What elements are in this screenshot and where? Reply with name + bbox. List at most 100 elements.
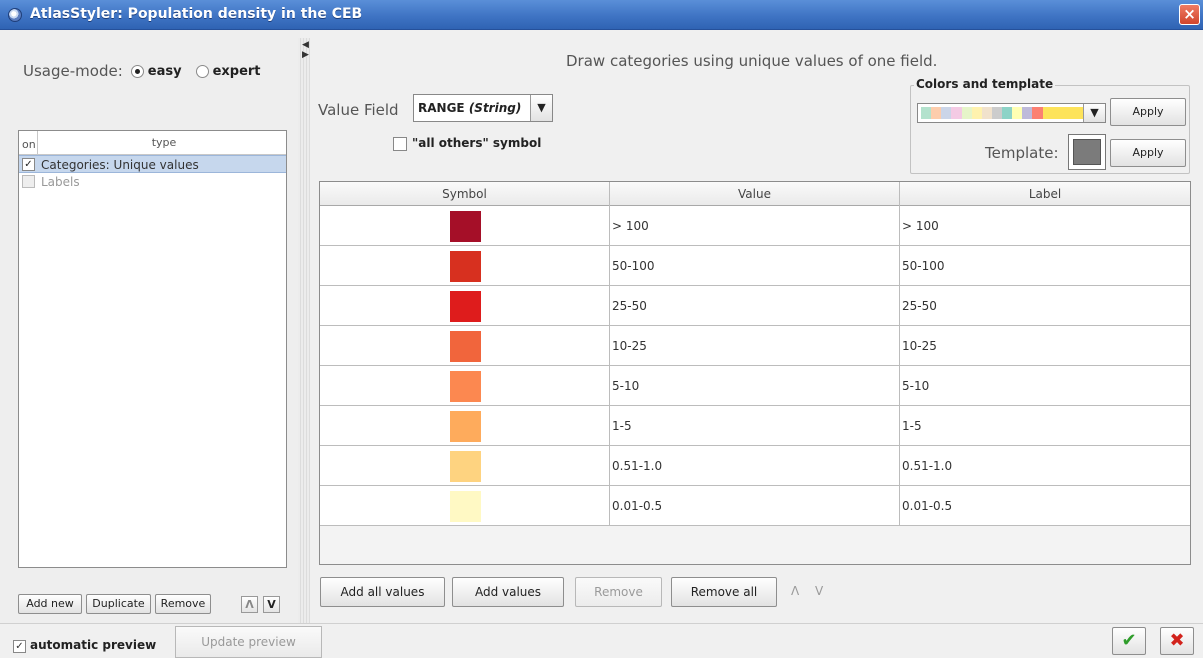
layer-list[interactable]: on type ✓ Categories: Unique values Labe…: [18, 130, 287, 568]
update-preview-button[interactable]: Update preview: [175, 626, 322, 658]
expert-label[interactable]: expert: [213, 64, 261, 79]
value-cell[interactable]: 50-100: [610, 246, 900, 286]
symbol-cell[interactable]: [320, 246, 610, 286]
close-icon: ×: [1183, 5, 1196, 23]
collapse-left-icon[interactable]: ◀: [302, 40, 309, 50]
expand-right-icon[interactable]: ▶: [302, 50, 309, 60]
value-cell[interactable]: 0.01-0.5: [610, 486, 900, 526]
symbol-swatch[interactable]: [450, 291, 481, 322]
template-swatch[interactable]: [1068, 134, 1106, 170]
layer-checkbox-labels[interactable]: [22, 175, 35, 188]
symbol-swatch[interactable]: [450, 411, 481, 442]
value-cell[interactable]: 10-25: [610, 326, 900, 366]
palette-dropdown[interactable]: ▼: [1083, 104, 1105, 122]
all-others-checkbox[interactable]: [393, 137, 407, 151]
label-cell[interactable]: 25-50: [900, 286, 1190, 326]
label-cell[interactable]: 0.01-0.5: [900, 486, 1190, 526]
header-value[interactable]: Value: [610, 182, 900, 206]
symbol-swatch[interactable]: [450, 211, 481, 242]
value-cell[interactable]: > 100: [610, 206, 900, 246]
x-icon: ✖: [1169, 630, 1185, 651]
header-symbol[interactable]: Symbol: [320, 182, 610, 206]
checkmark-icon: ✔: [1121, 630, 1137, 651]
symbol-cell[interactable]: [320, 326, 610, 366]
palette-preview: [921, 107, 1083, 119]
chevron-up-icon: Λ: [245, 598, 254, 611]
layer-label-categories: Categories: Unique values: [41, 158, 199, 172]
palette-color-11: [1032, 107, 1043, 119]
palette-color-4: [961, 107, 972, 119]
symbol-swatch[interactable]: [450, 251, 481, 282]
symbol-cell[interactable]: [320, 366, 610, 406]
label-cell[interactable]: 1-5: [900, 406, 1190, 446]
remove-layer-button[interactable]: Remove: [155, 594, 211, 614]
chevron-down-icon: ▼: [1090, 106, 1099, 119]
add-new-button[interactable]: Add new: [18, 594, 82, 614]
add-values-button[interactable]: Add values: [452, 577, 564, 607]
value-cell[interactable]: 1-5: [610, 406, 900, 446]
ok-button[interactable]: ✔: [1112, 627, 1146, 655]
duplicate-button[interactable]: Duplicate: [86, 594, 151, 614]
palette-color-0: [921, 107, 932, 119]
remove-all-button[interactable]: Remove all: [671, 577, 777, 607]
panel-splitter[interactable]: ◀ ▶: [298, 38, 310, 630]
apply-palette-button[interactable]: Apply: [1110, 98, 1186, 126]
label-cell[interactable]: > 100: [900, 206, 1190, 246]
symbol-swatch[interactable]: [450, 491, 481, 522]
apply-template-button[interactable]: Apply: [1110, 139, 1186, 167]
easy-radio[interactable]: [130, 64, 144, 78]
automatic-preview-label[interactable]: automatic preview: [30, 638, 156, 652]
table-row[interactable]: 0.01-0.5 0.01-0.5: [320, 486, 1190, 526]
palette-color-13: [1052, 107, 1063, 119]
symbol-cell[interactable]: [320, 446, 610, 486]
header-label[interactable]: Label: [900, 182, 1190, 206]
categories-table[interactable]: Symbol Value Label > 100 > 100 50-100 50-10…: [319, 181, 1191, 565]
value-field-select[interactable]: RANGE (String) ▼: [413, 94, 553, 122]
table-row[interactable]: 50-100 50-100: [320, 246, 1190, 286]
remove-value-button[interactable]: Remove: [575, 577, 662, 607]
add-all-values-button[interactable]: Add all values: [320, 577, 445, 607]
value-cell[interactable]: 5-10: [610, 366, 900, 406]
label-cell[interactable]: 50-100: [900, 246, 1190, 286]
palette-color-6: [981, 107, 992, 119]
move-up-button[interactable]: Λ: [241, 596, 258, 613]
palette-color-10: [1022, 107, 1033, 119]
template-color: [1073, 139, 1101, 165]
move-rows-arrows[interactable]: Λ V: [791, 584, 829, 598]
label-cell[interactable]: 0.51-1.0: [900, 446, 1190, 486]
symbol-swatch[interactable]: [450, 331, 481, 362]
table-row[interactable]: > 100 > 100: [320, 206, 1190, 246]
symbol-cell[interactable]: [320, 206, 610, 246]
layer-row-categories[interactable]: ✓ Categories: Unique values: [19, 155, 286, 173]
symbol-cell[interactable]: [320, 406, 610, 446]
value-cell[interactable]: 25-50: [610, 286, 900, 326]
all-others-label[interactable]: "all others" symbol: [412, 136, 541, 150]
chevron-down-icon: V: [267, 598, 276, 611]
palette-color-7: [991, 107, 1002, 119]
expert-radio[interactable]: [195, 64, 209, 78]
palette-select[interactable]: ▼: [917, 103, 1106, 123]
table-row[interactable]: 0.51-1.0 0.51-1.0: [320, 446, 1190, 486]
palette-color-5: [971, 107, 982, 119]
layer-checkbox-categories[interactable]: ✓: [22, 158, 35, 171]
table-row[interactable]: 10-25 10-25: [320, 326, 1190, 366]
label-cell[interactable]: 5-10: [900, 366, 1190, 406]
symbol-swatch[interactable]: [450, 371, 481, 402]
symbol-swatch[interactable]: [450, 451, 481, 482]
value-field-dropdown[interactable]: ▼: [530, 95, 552, 121]
app-icon: [8, 8, 22, 22]
cancel-button[interactable]: ✖: [1160, 627, 1194, 655]
automatic-preview-checkbox[interactable]: ✓: [13, 640, 26, 653]
label-cell[interactable]: 10-25: [900, 326, 1190, 366]
easy-label[interactable]: easy: [148, 64, 182, 79]
move-down-button[interactable]: V: [263, 596, 280, 613]
table-row[interactable]: 1-5 1-5: [320, 406, 1190, 446]
layer-row-labels[interactable]: Labels: [19, 173, 286, 191]
symbol-cell[interactable]: [320, 486, 610, 526]
table-row[interactable]: 25-50 25-50: [320, 286, 1190, 326]
value-cell[interactable]: 0.51-1.0: [610, 446, 900, 486]
close-button[interactable]: ×: [1179, 4, 1200, 25]
palette-color-9: [1012, 107, 1023, 119]
symbol-cell[interactable]: [320, 286, 610, 326]
table-row[interactable]: 5-10 5-10: [320, 366, 1190, 406]
